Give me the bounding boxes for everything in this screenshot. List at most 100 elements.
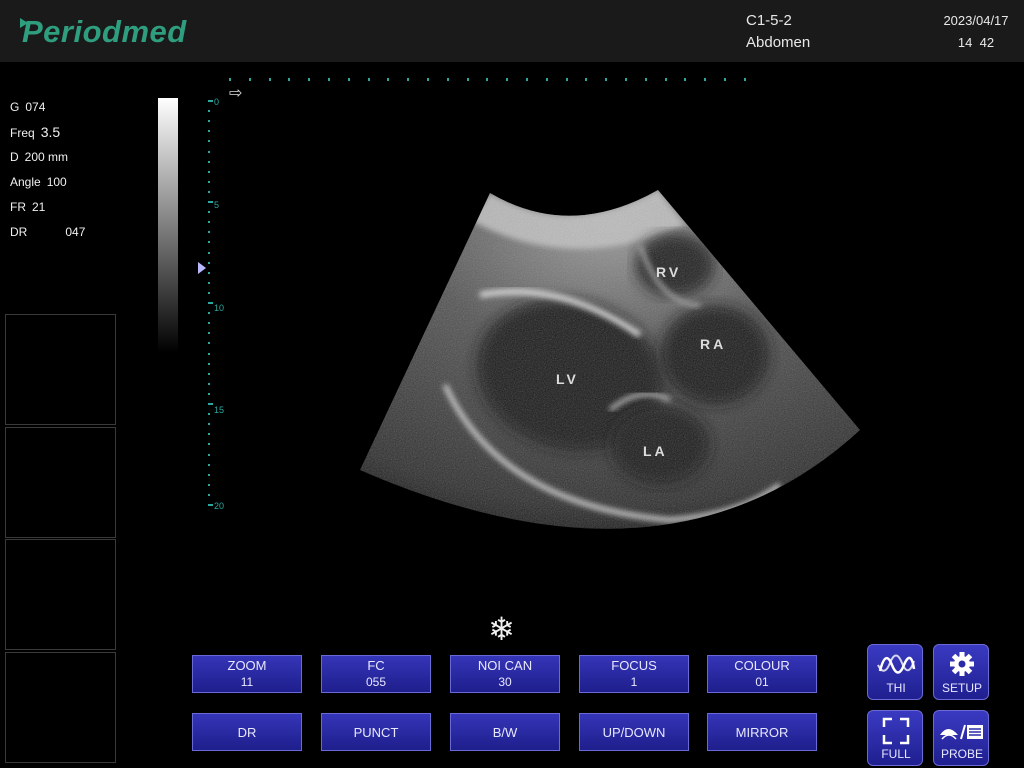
depth-tick (208, 362, 210, 365)
harmonic-wave-icon (877, 654, 916, 674)
param-frequency: Freq 3.5 (10, 124, 61, 140)
thi-button[interactable]: THI (867, 644, 923, 700)
lateral-tick (268, 78, 271, 81)
depth-tick (208, 160, 210, 163)
lateral-tick (704, 78, 707, 81)
depth-tick (208, 120, 210, 123)
depth-label: 20 (214, 501, 225, 511)
param-dynamic-range: DR 047 (10, 225, 86, 239)
mirror-label: MIRROR (735, 724, 789, 740)
full-label: FULL (881, 747, 911, 761)
depth-tick (208, 261, 210, 264)
time: 14 42 (957, 35, 995, 50)
noise-cancel-button[interactable]: NOI CAN 30 (450, 655, 560, 693)
depth-tick (208, 201, 213, 203)
lateral-tick (248, 78, 251, 81)
depth-tick (208, 130, 210, 133)
zoom-button[interactable]: ZOOM 11 (192, 655, 302, 693)
thi-label: THI (886, 681, 906, 695)
lateral-tick (427, 78, 429, 81)
lateral-tick (605, 78, 608, 81)
lateral-tick (347, 78, 350, 81)
depth-tick (208, 483, 210, 486)
lateral-tick (446, 78, 449, 81)
imaging-parameters: G 074 Freq 3.5 D 200 mm Angle 100 FR 21 DR 047 (10, 97, 85, 247)
lateral-tick (486, 78, 489, 81)
focus-marker-icon[interactable] (198, 262, 206, 274)
focus-value: 1 (630, 675, 638, 689)
lateral-tick (367, 78, 370, 81)
puncture-button[interactable]: PUNCT (321, 713, 431, 751)
depth-tick (208, 110, 210, 113)
probe-info: C1-5-2 Abdomen (746, 10, 810, 54)
probe-name: C1-5-2 (746, 12, 792, 29)
depth-tick (208, 312, 210, 315)
date: 2023/04/17 (943, 13, 1009, 28)
lateral-tick (308, 78, 311, 81)
dr-button[interactable]: DR (192, 713, 302, 751)
date-time: 2023/04/17 14 42 (930, 10, 1022, 54)
depth-label: 5 (214, 200, 220, 210)
puncture-label: PUNCT (353, 724, 399, 740)
fc-button[interactable]: FC 055 (321, 655, 431, 693)
label-right-atrium: RA (700, 336, 727, 352)
mirror-button[interactable]: MIRROR (707, 713, 817, 751)
depth-tick (208, 504, 213, 506)
lateral-tick (229, 78, 231, 81)
snowflake-icon[interactable]: ❄ (488, 610, 515, 648)
depth-tick (208, 473, 210, 476)
lateral-tick (328, 78, 330, 81)
thumbnail-slot-4[interactable] (5, 652, 116, 763)
depth-tick (208, 231, 210, 234)
dr-label: DR (237, 724, 257, 740)
depth-tick (208, 291, 210, 294)
depth-tick (208, 180, 210, 183)
exam-preset: Abdomen (746, 34, 811, 51)
depth-tick (208, 190, 210, 193)
label-left-atrium: LA (643, 443, 668, 459)
param-angle: Angle 100 (10, 175, 67, 189)
brand-logo: Periodmed (22, 14, 187, 49)
depth-tick (208, 493, 210, 496)
gear-icon (950, 652, 974, 676)
depth-label: 10 (214, 303, 225, 313)
param-frame-rate: FR 21 (10, 200, 46, 214)
probe-icon (940, 724, 983, 740)
lateral-tick (387, 78, 390, 81)
depth-tick (208, 302, 213, 304)
depth-tick (208, 322, 210, 325)
depth-tick (208, 342, 210, 345)
depth-tick (208, 352, 210, 355)
noise-cancel-label: NOI CAN (477, 658, 533, 673)
lateral-tick (724, 78, 726, 81)
thumbnail-slot-2[interactable] (5, 427, 116, 538)
depth-tick (208, 271, 210, 274)
thumbnail-slot-3[interactable] (5, 539, 116, 650)
depth-tick (208, 332, 210, 335)
fullscreen-icon (882, 717, 910, 745)
focus-button[interactable]: FOCUS 1 (579, 655, 689, 693)
lateral-tick (585, 78, 588, 81)
depth-tick (208, 423, 210, 426)
lateral-tick (407, 78, 410, 81)
depth-tick (208, 170, 210, 173)
depth-tick (208, 433, 210, 436)
depth-tick (208, 372, 210, 375)
lateral-tick (466, 78, 469, 81)
probe-button[interactable]: PROBE (933, 710, 989, 766)
setup-button[interactable]: SETUP (933, 644, 989, 700)
depth-tick (208, 150, 210, 153)
thumbnail-slot-1[interactable] (5, 314, 116, 425)
ultrasound-image (360, 190, 860, 529)
depth-tick (208, 403, 213, 405)
lateral-tick (565, 78, 568, 81)
colour-button[interactable]: COLOUR 01 (707, 655, 817, 693)
depth-tick (208, 281, 210, 284)
bw-button[interactable]: B/W (450, 713, 560, 751)
probe-label: PROBE (940, 747, 983, 761)
lateral-tick (545, 78, 548, 81)
zoom-value: 11 (240, 675, 254, 689)
up-down-button[interactable]: UP/DOWN (579, 713, 689, 751)
full-button[interactable]: FULL (867, 710, 923, 766)
zoom-label: ZOOM (227, 658, 267, 673)
